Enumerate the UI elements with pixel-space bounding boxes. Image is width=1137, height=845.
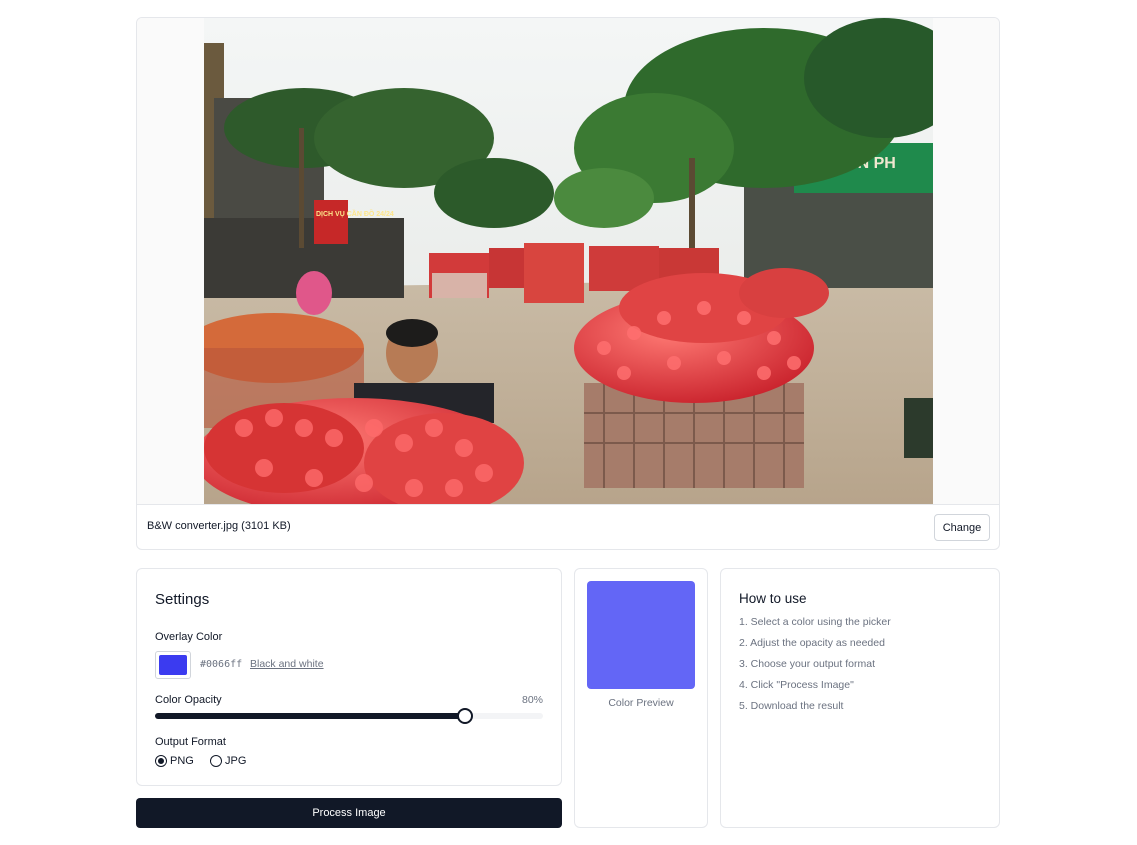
how-to-use-title: How to use [739,591,807,606]
image-preview-area: ỨA TIẾN PH [137,18,999,504]
format-radio-png[interactable]: PNG [155,755,194,767]
radio-png-label: PNG [170,755,194,767]
settings-card: Settings Overlay Color #0066ff Black and… [136,568,562,786]
hex-color-value: #0066ff [200,659,243,670]
howto-step-4: 4. Click "Process Image" [739,679,854,691]
output-format-label: Output Format [155,736,226,748]
photo-street-market: ỨA TIẾN PH [204,18,933,504]
radio-png-circle[interactable] [155,755,167,767]
file-info-bar: B&W converter.jpg (3101 KB) Change [137,504,999,549]
howto-step-3: 3. Choose your output format [739,658,875,670]
opacity-value: 80% [521,694,543,706]
black-and-white-link[interactable]: Black and white [250,658,324,670]
radio-jpg-label: JPG [225,755,247,767]
how-to-use-card: How to use 1. Select a color using the p… [720,568,1000,828]
color-opacity-label: Color Opacity [155,694,222,706]
opacity-slider[interactable] [155,708,543,724]
overlay-color-label: Overlay Color [155,631,223,643]
color-swatch-fill [159,655,187,675]
format-radio-jpg[interactable]: JPG [210,755,246,767]
radio-jpg-circle[interactable] [210,755,222,767]
slider-fill [155,713,466,719]
process-image-button[interactable]: Process Image [136,798,562,828]
uploaded-photo: ỨA TIẾN PH [204,18,933,504]
slider-thumb[interactable] [457,708,474,724]
color-picker-swatch[interactable] [155,651,191,679]
howto-step-5: 5. Download the result [739,700,844,712]
howto-step-1: 1. Select a color using the picker [739,616,891,628]
color-preview-box [587,581,695,689]
howto-step-2: 2. Adjust the opacity as needed [739,637,885,649]
change-image-button[interactable]: Change [934,514,990,541]
settings-title: Settings [155,591,210,608]
image-card: ỨA TIẾN PH [136,17,1000,550]
file-name: B&W converter.jpg (3101 KB) [147,520,291,532]
color-preview-card: Color Preview [574,568,708,828]
color-preview-label: Color Preview [608,697,674,709]
